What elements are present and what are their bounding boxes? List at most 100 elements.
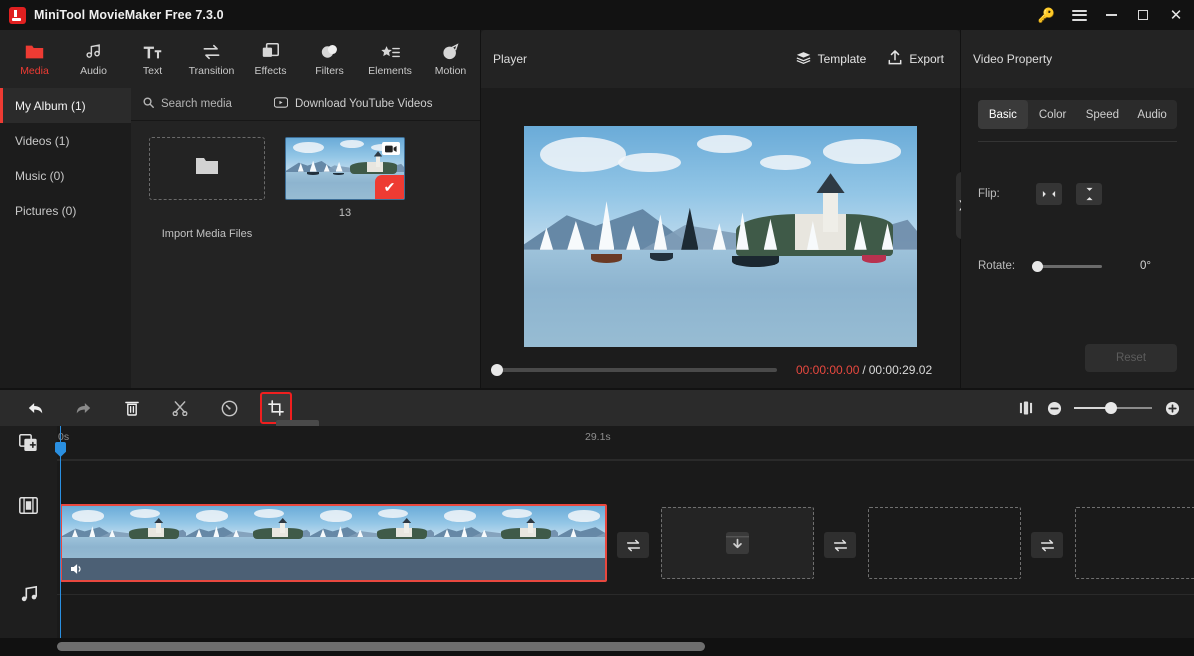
zoom-slider[interactable] [1074, 402, 1152, 414]
ruler-tick-label: 29.1s [585, 431, 611, 443]
close-button[interactable]: ✕ [1158, 0, 1194, 30]
album-label: My Album (1) [15, 98, 86, 113]
flip-label: Flip: [978, 188, 1000, 200]
nav-tab-elements[interactable]: Elements [359, 30, 421, 88]
zoom-out-button[interactable] [1040, 392, 1068, 424]
tab-label: Audio [1137, 108, 1167, 121]
export-upload-icon [888, 50, 902, 68]
zoom-in-button[interactable] [1158, 392, 1186, 424]
media-drop-slot[interactable] [661, 507, 814, 579]
minus-circle-icon [1047, 401, 1061, 415]
delete-button[interactable] [116, 392, 148, 424]
main-nav-tabs: Media Audio Text Transition Effects Filt… [0, 30, 480, 88]
transition-arrows-icon [833, 539, 847, 551]
nav-tab-label: Transition [188, 65, 235, 77]
nav-tab-filters[interactable]: Filters [300, 30, 359, 88]
flip-horizontal-button[interactable] [1036, 183, 1062, 205]
album-item-my-album[interactable]: My Album (1) [0, 88, 131, 123]
rotate-value: 0° [1140, 260, 1151, 272]
music-note-icon [21, 585, 37, 602]
search-placeholder: Search media [161, 98, 232, 110]
reset-label: Reset [1115, 352, 1147, 364]
music-note-icon [85, 41, 102, 60]
transition-button[interactable] [824, 532, 856, 558]
rotate-label: Rotate: [978, 260, 1016, 272]
media-thumbnail[interactable]: ✔ [285, 137, 405, 200]
media-drop-slot[interactable] [868, 507, 1021, 579]
nav-tab-label: Motion [434, 65, 467, 77]
key-icon[interactable]: 🔑 [1030, 0, 1063, 30]
hamburger-menu-icon[interactable] [1063, 0, 1096, 30]
flip-vertical-icon [1084, 187, 1094, 201]
album-item-music[interactable]: Music (0) [0, 158, 131, 193]
layers-icon [262, 41, 279, 60]
media-item-label: 13 [338, 207, 352, 219]
timeline-clip[interactable] [60, 504, 607, 582]
media-item[interactable]: ✔ 13 [285, 137, 405, 240]
player-panel: Player Template Export 00:00:00.00 / 00:… [481, 30, 960, 411]
timeline-zoom-controls [1012, 392, 1186, 424]
album-item-pictures[interactable]: Pictures (0) [0, 193, 131, 228]
rotate-handle[interactable] [1032, 260, 1043, 272]
tab-color[interactable]: Color [1028, 100, 1078, 129]
seek-handle[interactable] [491, 364, 503, 376]
export-button[interactable]: Export [888, 50, 944, 68]
import-dropzone[interactable] [149, 137, 265, 200]
nav-tab-label: Text [142, 65, 163, 77]
window-controls: 🔑 ✕ [1030, 0, 1194, 30]
redo-button[interactable] [67, 392, 99, 424]
media-browser: Search media Download YouTube Videos Imp… [131, 88, 480, 388]
add-media-track-button[interactable] [0, 426, 57, 460]
search-media-input[interactable]: Search media [143, 97, 232, 111]
template-button[interactable]: Template [796, 51, 867, 67]
download-youtube-button[interactable]: Download YouTube Videos [273, 97, 432, 111]
video-preview[interactable] [524, 126, 917, 347]
folder-icon [195, 156, 219, 181]
flip-row: Flip: [978, 183, 1102, 205]
template-label: Template [817, 52, 867, 66]
album-item-videos[interactable]: Videos (1) [0, 123, 131, 158]
fit-to-window-button[interactable] [1012, 392, 1040, 424]
filters-circles-icon [321, 41, 339, 60]
media-drop-slot[interactable] [1075, 507, 1194, 579]
nav-tab-transition[interactable]: Transition [182, 30, 241, 88]
rotate-slider[interactable] [1032, 260, 1102, 272]
split-button[interactable] [164, 392, 196, 424]
zoom-handle[interactable] [1105, 402, 1118, 414]
timeline-ruler[interactable]: 0s 29.1s [57, 426, 1194, 460]
seek-row: 00:00:00.00 / 00:00:29.02 [481, 360, 960, 380]
plus-circle-icon [1165, 401, 1179, 415]
tab-speed[interactable]: Speed [1078, 100, 1128, 129]
trash-icon [125, 401, 139, 416]
nav-tab-effects[interactable]: Effects [241, 30, 300, 88]
timeline-scrollbar-area [0, 638, 1194, 656]
tab-basic[interactable]: Basic [978, 100, 1028, 129]
speed-button[interactable] [213, 392, 245, 424]
tab-audio[interactable]: Audio [1127, 100, 1177, 129]
current-time: 00:00:00.00 [796, 363, 860, 377]
nav-tab-media[interactable]: Media [5, 30, 64, 88]
transition-arrows-icon [1040, 539, 1054, 551]
nav-tab-label: Media [20, 65, 49, 77]
video-type-badge [382, 142, 400, 155]
import-media-tile[interactable]: Import Media Files [149, 137, 265, 240]
reset-button[interactable]: Reset [1085, 344, 1177, 372]
player-title: Player [493, 52, 528, 66]
maximize-button[interactable] [1127, 0, 1158, 30]
folder-icon [25, 41, 44, 60]
timeline-horizontal-scrollbar[interactable] [57, 642, 705, 651]
transition-button[interactable] [1031, 532, 1063, 558]
seek-slider[interactable] [491, 364, 777, 376]
media-toolbar: Search media Download YouTube Videos [131, 88, 480, 121]
nav-tab-text[interactable]: Text [123, 30, 182, 88]
undo-button[interactable] [19, 392, 51, 424]
nav-tab-audio[interactable]: Audio [64, 30, 123, 88]
flip-vertical-button[interactable] [1076, 183, 1102, 205]
nav-tab-label: Audio [80, 65, 107, 77]
video-property-panel: Video Property Basic Color Speed Audio F… [961, 30, 1194, 388]
minimize-button[interactable] [1096, 0, 1127, 30]
transition-button[interactable] [617, 532, 649, 558]
speaker-icon[interactable] [70, 563, 84, 575]
nav-tab-motion[interactable]: Motion [421, 30, 480, 88]
playhead[interactable] [55, 426, 66, 638]
